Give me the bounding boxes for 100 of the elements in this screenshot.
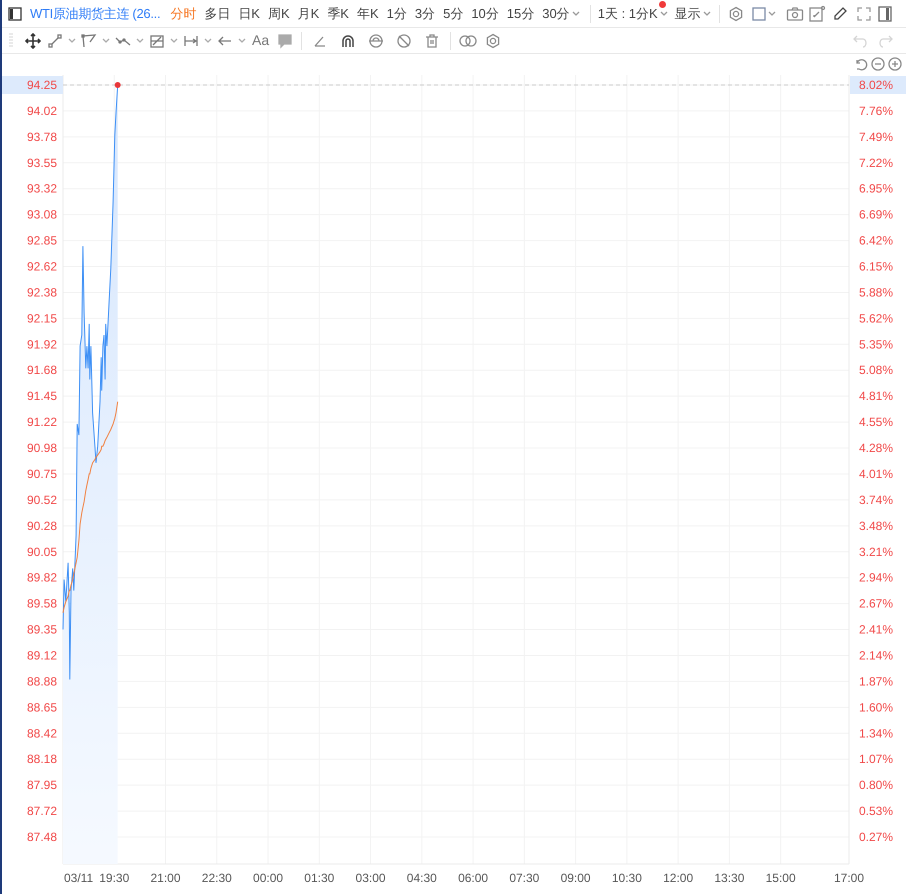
caret-icon[interactable] [572, 10, 580, 17]
price-axis-label: 90.75 [26, 466, 57, 481]
magnet-icon[interactable] [340, 32, 356, 48]
polyline-tool-icon[interactable] [81, 32, 97, 48]
time-axis-label: 22:30 [202, 871, 232, 885]
time-axis-label: 03/11 [64, 871, 94, 885]
price-axis-label: 88.88 [26, 674, 57, 688]
percent-axis-label: 5.88% [859, 285, 894, 300]
period-tab[interactable]: 月K [294, 2, 324, 24]
caret-icon[interactable] [238, 37, 246, 44]
price-axis-label: 91.45 [26, 389, 57, 404]
percent-axis-label: 7.22% [859, 156, 894, 170]
time-axis-label: 17:00 [834, 871, 864, 885]
square-icon[interactable] [752, 6, 766, 20]
time-axis-label: 01:30 [304, 871, 334, 885]
time-axis-label: 13:30 [714, 871, 744, 885]
price-axis-label: 91.22 [26, 415, 57, 430]
percent-axis-label: 0.53% [859, 804, 894, 818]
caret-icon[interactable] [102, 37, 110, 44]
link-circles-icon[interactable] [459, 32, 478, 48]
zoom-in-icon[interactable] [888, 57, 902, 71]
price-axis-label: 92.15 [26, 311, 57, 326]
percent-axis-label: 4.01% [859, 466, 894, 481]
price-axis-label: 94.02 [26, 104, 57, 118]
time-axis-label: 15:00 [766, 871, 796, 885]
price-axis-label: 90.05 [26, 544, 57, 559]
panel-icon[interactable] [878, 6, 892, 22]
line-tool-icon[interactable] [47, 32, 63, 48]
last-price-dot [114, 82, 121, 88]
sidebar-toggle-icon[interactable] [8, 6, 22, 20]
percent-axis-label: 6.95% [859, 182, 894, 196]
percent-axis-label: 4.55% [859, 415, 894, 430]
period-tab[interactable]: 季K [323, 2, 353, 24]
percent-axis-label: 7.76% [859, 104, 894, 118]
caret-icon[interactable] [204, 37, 212, 44]
price-axis-label: 90.98 [26, 441, 57, 456]
time-axis-label: 12:00 [663, 871, 694, 885]
price-axis-label: 89.12 [26, 648, 57, 662]
time-axis-label: 06:00 [458, 871, 488, 885]
period-tab[interactable]: 30分 [538, 2, 586, 24]
price-axis-label: 89.58 [26, 596, 57, 611]
reset-icon[interactable] [854, 57, 868, 71]
percent-axis-label: 0.80% [859, 778, 894, 792]
percent-axis-label: 2.94% [859, 570, 894, 585]
percent-axis-label: 4.81% [859, 389, 894, 404]
current-percent-label: 8.02% [850, 76, 906, 94]
move-icon[interactable] [25, 32, 41, 48]
period-tab[interactable]: 5分 [439, 2, 468, 24]
price-axis-label: 91.68 [26, 363, 57, 378]
price-axis-label: 92.38 [26, 285, 57, 300]
percent-axis-label: 1.34% [859, 726, 894, 740]
period-tab[interactable]: 日K [234, 2, 264, 24]
edit-image-icon[interactable] [808, 4, 826, 22]
percent-axis-label: 3.48% [859, 518, 894, 533]
caret-icon[interactable] [136, 37, 144, 44]
percent-axis-label: 3.21% [859, 544, 894, 559]
price-axis-label: 89.82 [26, 570, 57, 585]
price-axis-label: 90.52 [26, 492, 57, 507]
fullscreen-icon[interactable] [856, 6, 872, 22]
period-tab[interactable]: 年K [352, 2, 383, 24]
price-axis-label: 91.92 [26, 337, 57, 352]
caret-icon[interactable] [170, 37, 178, 44]
price-axis-label: 89.35 [26, 622, 57, 637]
instrument-title[interactable]: WTI原油期货主连 (26... [30, 4, 160, 24]
percent-axis-label: 6.69% [859, 208, 894, 222]
comment-icon[interactable] [277, 32, 294, 48]
period-tab[interactable]: 3分 [410, 2, 440, 24]
period-tab[interactable]: 多日 [200, 2, 234, 24]
price-axis-label: 92.62 [26, 260, 57, 274]
zoom-out-icon[interactable] [871, 57, 885, 71]
period-tab[interactable]: 10分 [467, 2, 503, 24]
time-axis-label: 09:00 [560, 871, 591, 885]
drag-handle-icon[interactable] [8, 32, 14, 50]
caret-icon[interactable] [702, 10, 711, 17]
period-tab[interactable]: 周K [264, 2, 294, 24]
settings-icon[interactable] [728, 6, 744, 22]
percent-axis-label: 3.74% [859, 492, 894, 507]
time-axis-label: 00:00 [253, 871, 284, 885]
display-dropdown[interactable]: 显示 [672, 2, 715, 24]
time-axis-label: 19:30 [99, 871, 130, 885]
percent-axis-label: 5.62% [859, 311, 894, 326]
period-tab[interactable]: 15分 [502, 2, 538, 24]
settings-icon[interactable] [485, 32, 502, 48]
period-tab[interactable]: 1分 [382, 2, 411, 24]
text-tool[interactable]: Aa [252, 30, 270, 51]
pencil-icon[interactable] [832, 6, 848, 22]
percent-axis-label: 2.67% [859, 596, 894, 611]
price-axis-label: 87.48 [26, 830, 57, 844]
caret-icon[interactable] [768, 10, 776, 17]
percent-axis-label: 1.07% [859, 752, 894, 766]
caret-icon[interactable] [68, 37, 76, 44]
trash-icon[interactable] [424, 32, 440, 48]
hide-icon[interactable] [396, 32, 412, 48]
camera-icon[interactable] [786, 6, 804, 22]
price-axis-label: 93.55 [26, 156, 57, 170]
caret-icon[interactable] [660, 10, 668, 17]
range-dropdown[interactable]: 1天 : 1分K [594, 2, 673, 24]
percent-axis-label: 4.28% [859, 441, 894, 456]
percent-axis-label: 0.27% [859, 830, 894, 844]
percent-axis-label: 7.49% [859, 130, 894, 144]
